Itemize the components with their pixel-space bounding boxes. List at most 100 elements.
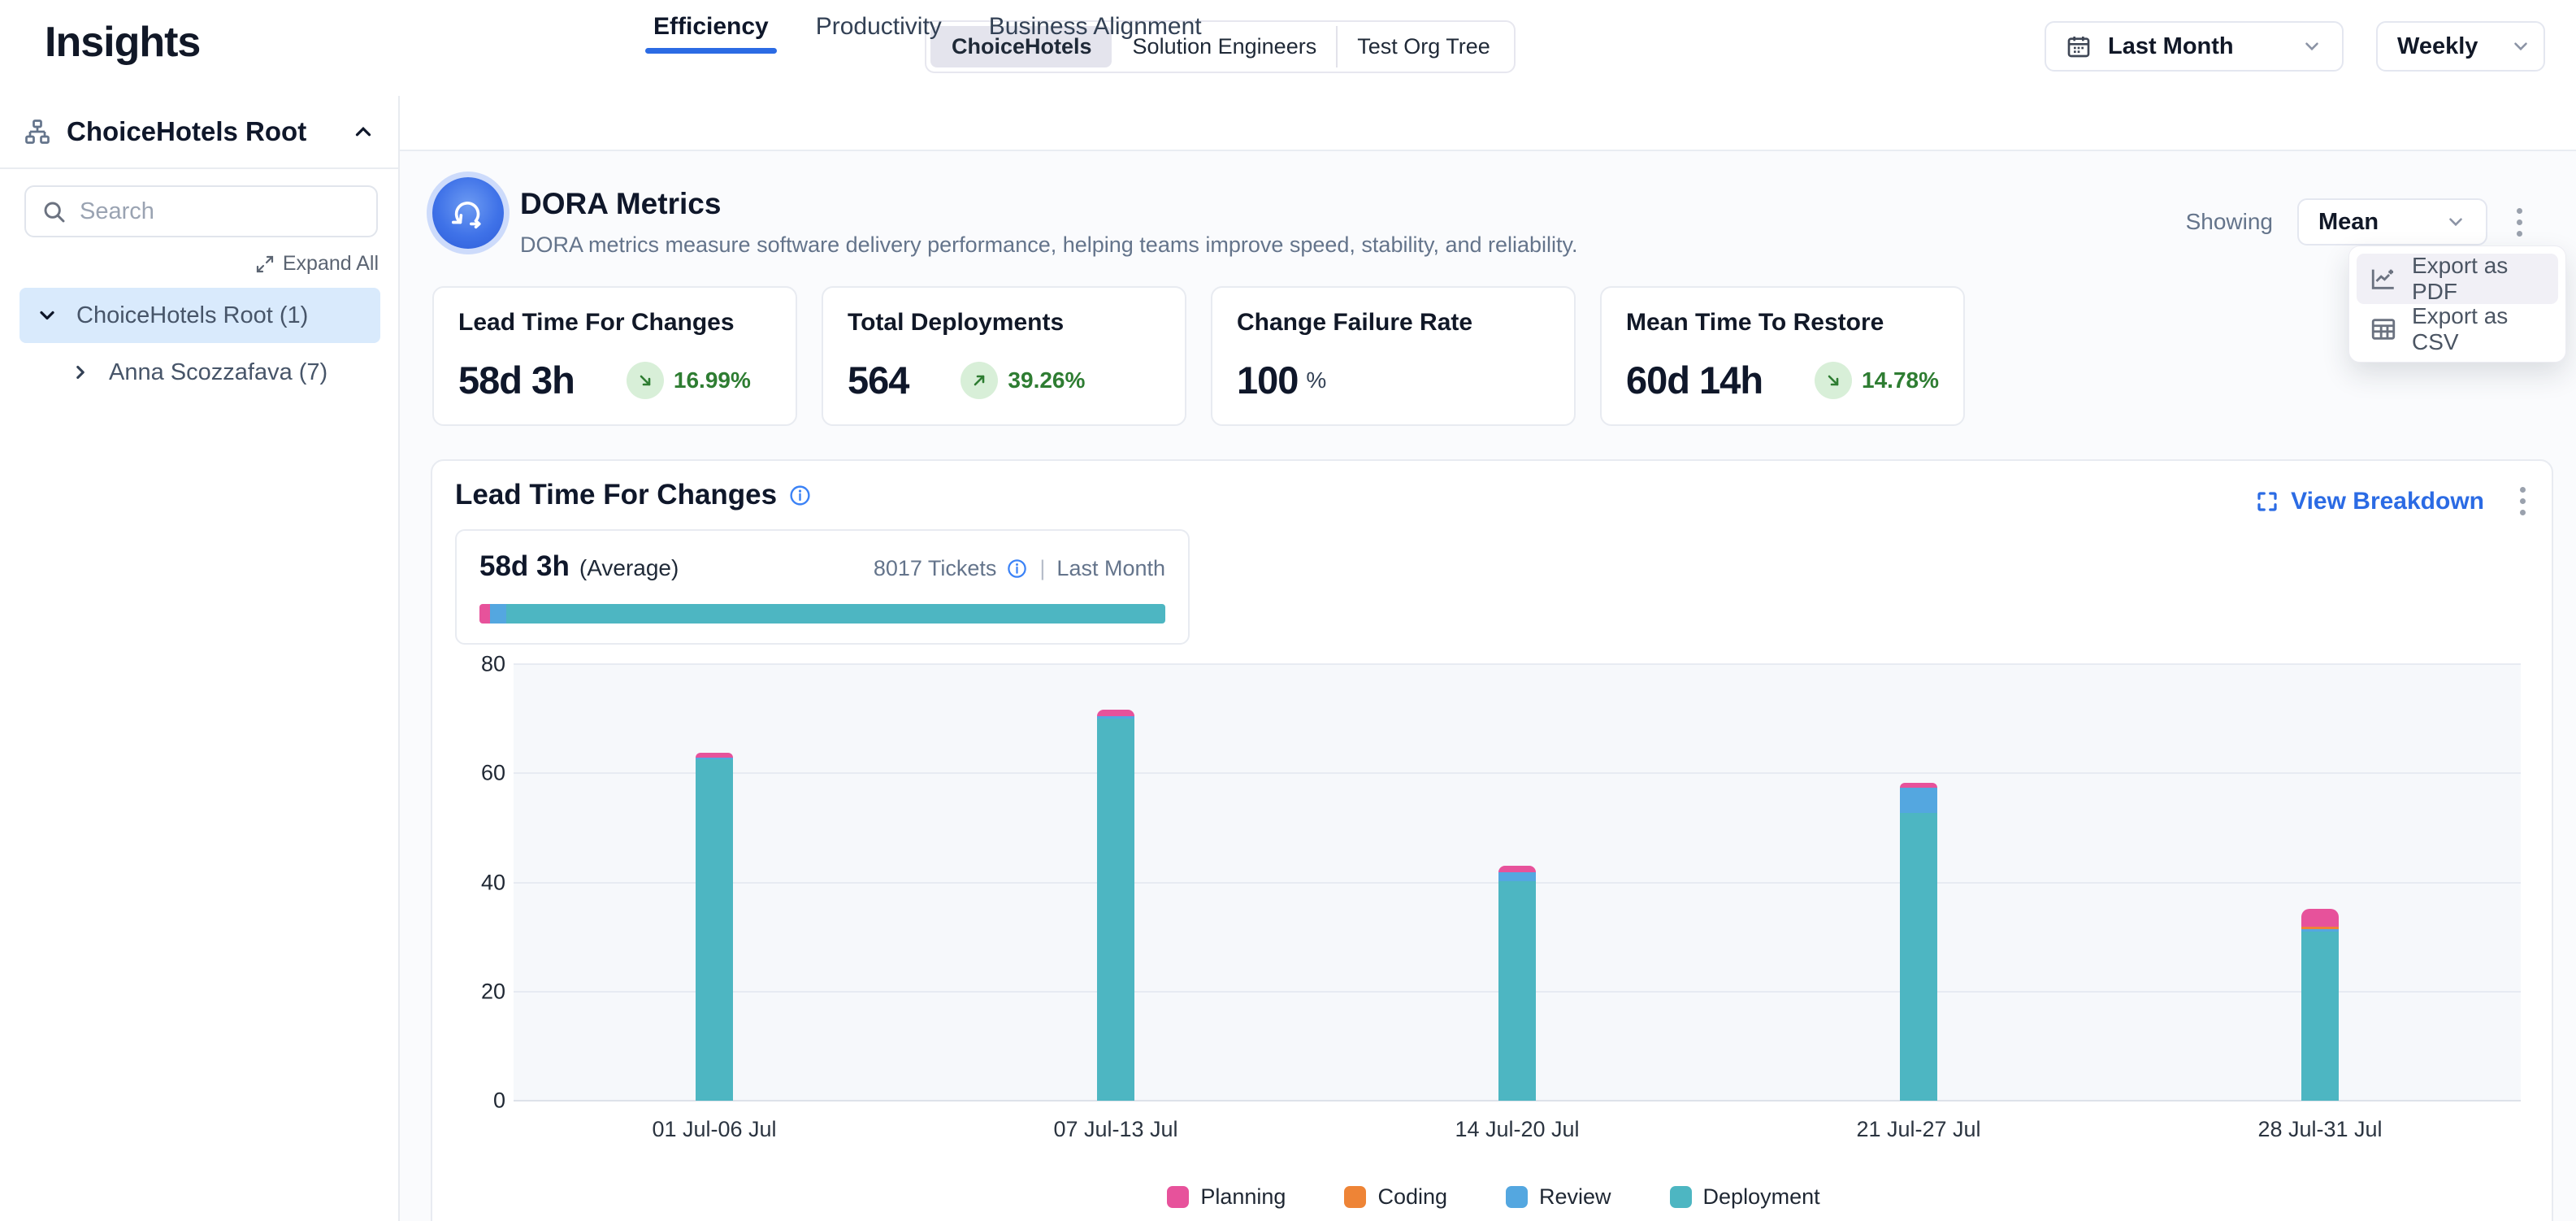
tree-item-label: ChoiceHotels Root (1) — [76, 302, 308, 329]
org-tab-test-org-tree[interactable]: Test Org Tree — [1336, 26, 1510, 67]
tab-business-alignment[interactable]: Business Alignment — [989, 0, 1202, 54]
trend-up-arrow-icon — [961, 362, 998, 399]
lead-time-chart: PlanningCodingReviewDeployment 020406080… — [432, 664, 2555, 1221]
lead-time-card: Lead Time For Changes View Breakdown 58d… — [431, 459, 2553, 1221]
bar-segment-deployment — [2301, 932, 2339, 1101]
metric-card-value: 58d 3h — [458, 358, 575, 402]
legend-item-deployment[interactable]: Deployment — [1670, 1184, 1820, 1210]
sidebar-divider — [0, 167, 398, 169]
search-icon — [41, 198, 67, 224]
x-tick-label: 01 Jul-06 Jul — [652, 1117, 776, 1142]
period-dropdown[interactable]: Last Month — [2045, 21, 2344, 72]
y-tick-label: 0 — [493, 1088, 505, 1114]
aggregation-dropdown[interactable]: Mean — [2297, 198, 2487, 246]
showing-controls: Showing Mean — [2186, 198, 2527, 246]
export-as-pdf-item[interactable]: Export as PDF — [2357, 254, 2558, 304]
metric-card-value: 100 — [1237, 358, 1298, 402]
bar-14-jul-20-jul[interactable] — [1498, 866, 1536, 1101]
trend-pct: 16.99% — [674, 367, 751, 393]
lead-time-title: Lead Time For Changes — [455, 479, 777, 511]
metric-card: Lead Time For Changes58d 3h16.99% — [432, 286, 797, 426]
average-value: 58d 3h — [479, 550, 570, 583]
metric-card: Mean Time To Restore60d 14h14.78% — [1600, 286, 1965, 426]
bar-07-jul-13-jul[interactable] — [1097, 710, 1134, 1101]
page-title: Insights — [45, 18, 200, 67]
legend-label: Coding — [1377, 1184, 1447, 1210]
bar-segment-planning — [1097, 710, 1134, 716]
search-box[interactable] — [24, 185, 378, 237]
period-value: Last Month — [2108, 33, 2234, 60]
trend-badge: 16.99% — [627, 362, 751, 399]
trend-badge: 39.26% — [961, 362, 1085, 399]
org-hierarchy-icon — [23, 117, 52, 146]
lead-time-actions: View Breakdown — [2255, 482, 2530, 520]
legend-swatch — [1344, 1186, 1366, 1208]
granularity-dropdown[interactable]: Weekly — [2376, 21, 2545, 72]
progress-segment-review — [490, 604, 506, 624]
bar-21-jul-27-jul[interactable] — [1900, 783, 1937, 1101]
progress-segment-deployment — [506, 604, 1165, 624]
dora-kebab-menu-icon[interactable] — [2512, 203, 2527, 241]
bar-28-jul-31-jul[interactable] — [2301, 909, 2339, 1101]
top-controls: Last Month Weekly — [2045, 21, 2545, 72]
expand-diagonal-icon — [255, 254, 275, 274]
legend-label: Deployment — [1703, 1184, 1820, 1210]
chevron-right-icon[interactable] — [70, 362, 91, 383]
view-breakdown-label: View Breakdown — [2291, 488, 2484, 515]
grid-line — [514, 663, 2521, 665]
info-icon[interactable] — [788, 484, 812, 507]
average-period: Last Month — [1056, 556, 1165, 581]
chevron-down-icon — [2510, 36, 2531, 57]
legend-item-coding[interactable]: Coding — [1344, 1184, 1447, 1210]
metric-card: Total Deployments56439.26% — [822, 286, 1186, 426]
legend-item-review[interactable]: Review — [1506, 1184, 1611, 1210]
bar-segment-planning — [2301, 909, 2339, 926]
progress-segment-planning — [479, 604, 490, 624]
view-breakdown-button[interactable]: View Breakdown — [2255, 488, 2484, 515]
bar-01-jul-06-jul[interactable] — [696, 753, 733, 1101]
main-tabs: Efficiency Productivity Business Alignme… — [653, 0, 1202, 54]
tree-item-choicehotels-root[interactable]: ChoiceHotels Root (1) — [20, 288, 380, 343]
trend-down-arrow-icon — [627, 362, 664, 399]
bar-segment-review — [1900, 788, 1937, 813]
insights-app: Insights ChoiceHotels Solution Engineers… — [0, 0, 2576, 1221]
expand-all-button[interactable]: Expand All — [255, 252, 379, 276]
average-label: (Average) — [579, 555, 679, 581]
trend-down-arrow-icon — [1815, 362, 1852, 399]
y-tick-label: 40 — [481, 870, 505, 895]
expand-corners-icon — [2255, 489, 2279, 514]
sidebar-header[interactable]: ChoiceHotels Root — [0, 96, 398, 167]
chevron-up-icon[interactable] — [351, 119, 375, 144]
chart-plot-area — [514, 664, 2521, 1101]
chevron-down-icon[interactable] — [36, 304, 59, 327]
legend-item-planning[interactable]: Planning — [1167, 1184, 1286, 1210]
x-tick-label: 28 Jul-31 Jul — [2257, 1117, 2382, 1142]
granularity-value: Weekly — [2397, 33, 2478, 60]
metric-card-title: Mean Time To Restore — [1626, 309, 1939, 337]
chart-legend: Planning Coding Review Deployment — [432, 1184, 2555, 1210]
table-icon — [2370, 315, 2397, 343]
export-as-csv-item[interactable]: Export as CSV — [2357, 304, 2558, 354]
trend-pct: 14.78% — [1862, 367, 1939, 393]
tab-efficiency[interactable]: Efficiency — [653, 0, 769, 54]
sidebar-root-label: ChoiceHotels Root — [67, 116, 336, 147]
search-input[interactable] — [80, 198, 362, 225]
bar-segment-planning — [1498, 866, 1536, 871]
dora-metrics-title: DORA Metrics — [520, 187, 721, 221]
chevron-down-icon — [2301, 36, 2322, 57]
average-summary-card: 58d 3h (Average) 8017 Tickets | Last Mon… — [455, 529, 1190, 645]
lead-time-kebab-menu-icon[interactable] — [2515, 482, 2530, 520]
legend-label: Review — [1539, 1184, 1611, 1210]
x-tick-label: 14 Jul-20 Jul — [1455, 1117, 1579, 1142]
tree-item-anna-scozzafava[interactable]: Anna Scozzafava (7) — [54, 348, 380, 397]
tab-productivity[interactable]: Productivity — [816, 0, 942, 54]
y-tick-label: 20 — [481, 979, 505, 1004]
legend-swatch — [1670, 1186, 1692, 1208]
metric-card-title: Total Deployments — [848, 309, 1160, 337]
export-as-csv-label: Export as CSV — [2412, 303, 2545, 355]
chart-line-icon — [2370, 265, 2397, 293]
separator: | — [1039, 556, 1045, 581]
grid-line — [514, 772, 2521, 774]
info-icon[interactable] — [1006, 558, 1028, 580]
expand-all-label: Expand All — [283, 252, 379, 276]
